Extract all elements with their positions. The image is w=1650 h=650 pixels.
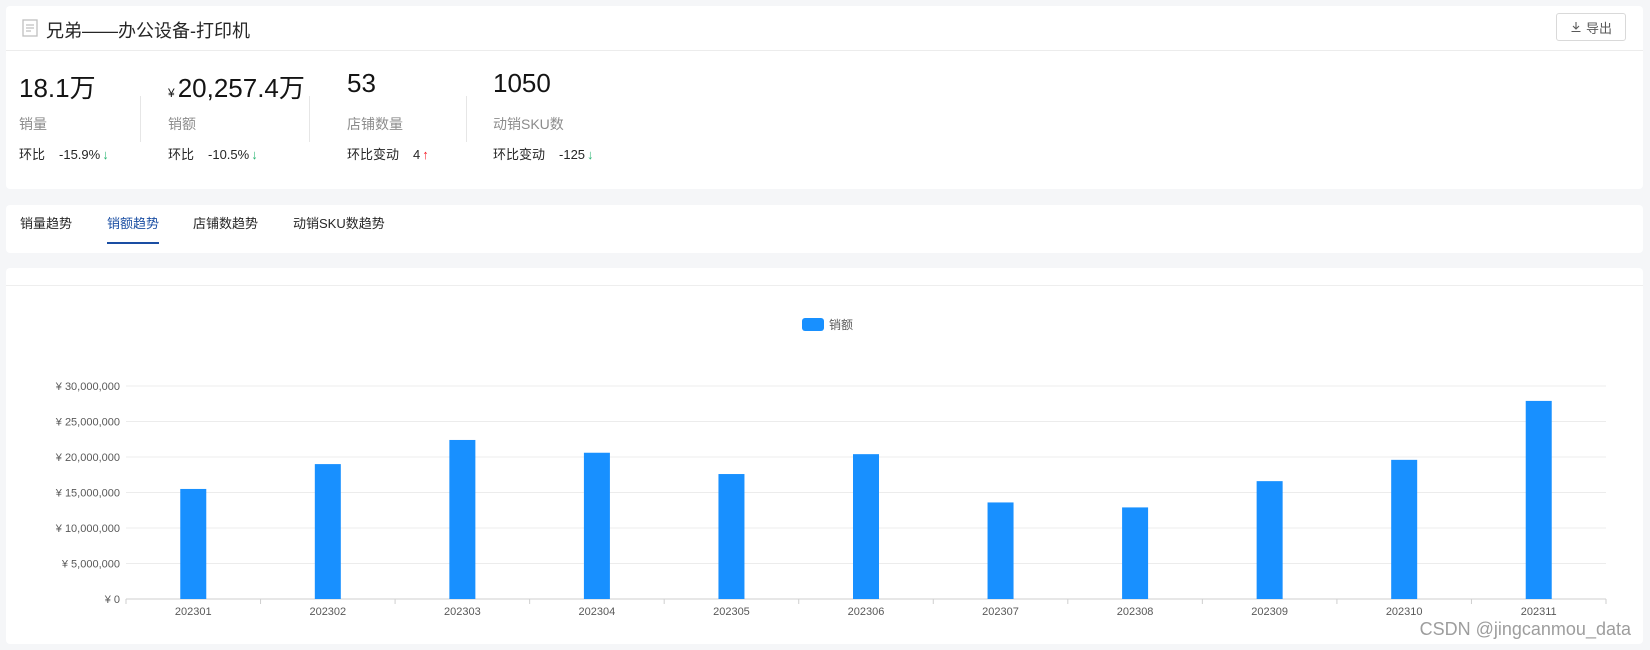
x-tick-label: 202302 (309, 606, 346, 618)
bar (314, 464, 341, 599)
bar-chart: ¥ 0 ¥ 5,000,000 ¥ 10,000,000 ¥ 15,000,000 ¥ … (55, 381, 1607, 618)
x-tick-label: 202309 (1251, 606, 1288, 618)
bar (1256, 481, 1283, 599)
x-tick-label: 202310 (1386, 606, 1423, 618)
download-icon (1571, 22, 1581, 33)
page-title: 兄弟——办公设备-打印机 (46, 21, 250, 41)
change-value: -10.5% (208, 147, 250, 162)
change-label: 环比 (19, 147, 46, 162)
arrow-up-icon: ↑ (422, 147, 429, 162)
bar (987, 502, 1014, 599)
change-label: 环比 (168, 147, 195, 162)
bar (449, 439, 476, 599)
kpi-change: 环比变动 -125 ↓ (493, 144, 594, 163)
change-value: -125 (559, 147, 586, 162)
x-tick-label: 202303 (444, 606, 481, 618)
kpi-value: 53 (347, 68, 376, 98)
divider (466, 96, 467, 142)
kpi-label: 销额 (168, 116, 196, 132)
kpi-change: 环比变动 4 ↑ (347, 144, 429, 163)
bar (1391, 459, 1418, 599)
x-tick-label: 202301 (175, 606, 212, 618)
change-value: 4 (413, 147, 421, 162)
kpi-value: 18.1万 (19, 73, 96, 103)
y-tick-label: ¥ 5,000,000 (61, 559, 120, 571)
y-tick-label: ¥ 25,000,000 (55, 417, 120, 429)
x-tick-label: 202307 (982, 606, 1019, 618)
y-tick-label: ¥ 15,000,000 (55, 488, 120, 500)
y-tick-label: ¥ 20,000,000 (55, 452, 120, 464)
document-icon (22, 19, 38, 37)
tab-sales-volume-trend[interactable]: 销量趋势 (20, 213, 72, 242)
tab-store-count-trend[interactable]: 店铺数趋势 (193, 213, 258, 242)
trend-tabs: 销量趋势 销额趋势 店铺数趋势 动销SKU数趋势 (6, 205, 1643, 253)
bar (1122, 507, 1149, 599)
kpi-value-number: 20,257.4万 (177, 73, 305, 103)
kpi-change: 环比 -10.5% ↓ (168, 144, 258, 163)
x-tick-label: 202308 (1117, 606, 1154, 618)
chart-card: 销额 ¥ 0 ¥ 5,000,000 ¥ 10,000,000 ¥ 15,000,00… (6, 268, 1643, 644)
bar (1525, 400, 1552, 599)
arrow-down-icon: ↓ (102, 147, 109, 162)
watermark: CSDN @jingcanmou_data (1419, 619, 1631, 639)
divider (309, 96, 310, 142)
kpi-value: ¥20,257.4万 (168, 68, 305, 105)
bar (853, 454, 879, 599)
summary-card: 兄弟——办公设备-打印机 导出 18.1万 销量 环比 -15.9% ↓ ¥20,2… (6, 6, 1643, 189)
kpi-label: 动销SKU数 (493, 116, 564, 132)
summary-header: 兄弟——办公设备-打印机 导出 (6, 6, 1643, 51)
x-tick-label: 202304 (579, 606, 616, 618)
kpi-label: 店铺数量 (347, 116, 403, 132)
arrow-down-icon: ↓ (587, 147, 594, 162)
y-tick-label: ¥ 0 (104, 594, 120, 606)
currency-symbol: ¥ (168, 86, 175, 100)
kpi-value: 1050 (493, 68, 551, 98)
change-value: -15.9% (59, 147, 101, 162)
x-tick-label: 202305 (713, 606, 750, 618)
bar (180, 488, 207, 599)
tab-sales-amount-trend[interactable]: 销额趋势 (107, 213, 160, 244)
change-label: 环比变动 (493, 147, 546, 162)
export-button[interactable]: 导出 (1556, 13, 1626, 41)
y-tick-label: ¥ 10,000,000 (55, 523, 120, 535)
bar (718, 474, 745, 599)
y-tick-label: ¥ 30,000,000 (55, 381, 120, 393)
x-tick-label: 202306 (848, 606, 885, 618)
arrow-down-icon: ↓ (251, 147, 258, 162)
tab-active-sku-trend[interactable]: 动销SKU数趋势 (293, 213, 385, 242)
export-label: 导出 (1585, 20, 1612, 36)
divider (140, 96, 141, 142)
x-tick-label: 202311 (1521, 606, 1557, 618)
change-label: 环比变动 (347, 147, 400, 162)
bar (583, 452, 610, 599)
kpi-change: 环比 -15.9% ↓ (19, 144, 109, 163)
kpi-label: 销量 (19, 116, 47, 132)
